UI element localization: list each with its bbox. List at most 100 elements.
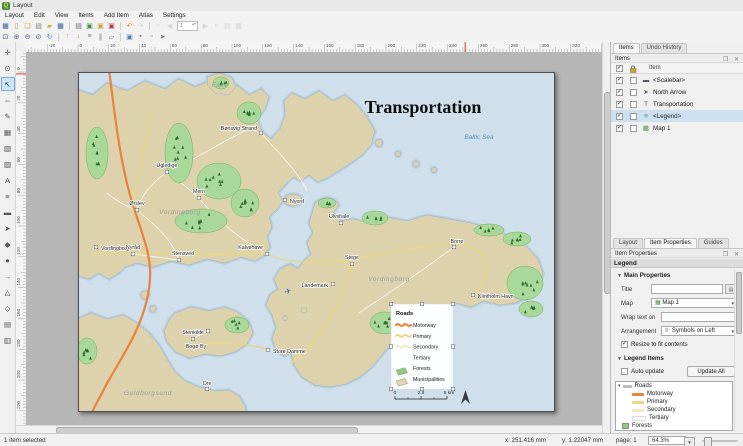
raise-items-button[interactable]: ↑ bbox=[63, 32, 73, 41]
tab-guides[interactable]: Guides bbox=[698, 238, 729, 248]
add-north-arrow-tool[interactable]: ➤ bbox=[1, 221, 15, 235]
layout-page[interactable]: FaxeVordingborgVordingborgGuldborgsund B… bbox=[78, 72, 555, 412]
zoom-actual-button[interactable]: ⊙ bbox=[34, 32, 44, 41]
zoom-tool-tool[interactable]: ⊙ bbox=[1, 61, 15, 75]
menu-edit[interactable]: Edit bbox=[29, 12, 50, 19]
update-all-button[interactable]: Update All bbox=[687, 366, 735, 377]
zoom-full-button[interactable]: ⊡ bbox=[1, 32, 11, 41]
wrap-text-input[interactable] bbox=[661, 312, 737, 322]
export-image-button[interactable]: ▣ bbox=[85, 21, 95, 30]
selection-handle[interactable] bbox=[389, 387, 392, 390]
layout-canvas[interactable]: FaxeVordingborgVordingborgGuldborgsund B… bbox=[26, 52, 602, 425]
refresh-view-button[interactable]: ↻ bbox=[45, 32, 55, 41]
add-marker-tool[interactable]: ● bbox=[1, 253, 15, 267]
legend-item[interactable]: RoadsMotorwayPrimarySecondaryTertiaryFor… bbox=[389, 302, 454, 390]
zoom-level-combobox[interactable]: 64.3%▼ bbox=[648, 436, 686, 445]
item-lock-checkbox[interactable] bbox=[630, 77, 637, 84]
properties-scroll-thumb[interactable] bbox=[736, 272, 742, 334]
add-scalebar-tool[interactable]: ▬ bbox=[1, 205, 15, 219]
export-pdf-button[interactable]: ▣ bbox=[107, 21, 117, 30]
resize-checkbox-row[interactable]: ✓ Resize to fit contents bbox=[621, 341, 688, 348]
menu-settings[interactable]: Settings bbox=[158, 12, 191, 19]
zoom-slider[interactable] bbox=[702, 440, 738, 442]
selection-handle[interactable] bbox=[420, 302, 423, 305]
add-map-tool[interactable]: ▦ bbox=[1, 125, 15, 139]
item-lock-checkbox[interactable] bbox=[630, 125, 637, 132]
atlas-last-button[interactable]: » bbox=[212, 21, 222, 30]
zoom-slider-knob[interactable] bbox=[704, 437, 712, 446]
align-items-button[interactable]: ≡ bbox=[85, 32, 95, 41]
move-item-content-tool[interactable]: ⇔ bbox=[1, 93, 15, 107]
properties-scrollbar[interactable] bbox=[734, 270, 742, 431]
item-row-scalebar[interactable]: ✓▬<Scalebar> bbox=[611, 74, 743, 86]
add-node-item-tool[interactable]: △ bbox=[1, 285, 15, 299]
map-item[interactable]: FaxeVordingborgVordingborgGuldborgsund B… bbox=[79, 73, 554, 411]
map-combobox[interactable]: ▦ Map 1▼ bbox=[651, 298, 737, 308]
menu-add-item[interactable]: Add Item bbox=[99, 12, 134, 19]
atlas-settings-button[interactable]: ▤ bbox=[223, 21, 233, 30]
menu-view[interactable]: View bbox=[50, 12, 74, 19]
add-legend-tool[interactable]: ≡ bbox=[1, 189, 15, 203]
resize-checkbox[interactable]: ✓ bbox=[621, 341, 628, 348]
save-project-button[interactable]: ▦ bbox=[1, 21, 11, 30]
item-row-legend[interactable]: ✓≡<Legend> bbox=[611, 110, 743, 122]
legend-tree-item[interactable]: Primary bbox=[616, 398, 732, 406]
tab-undo-history[interactable]: Undo History bbox=[641, 43, 688, 53]
map-title-label[interactable]: Transportation bbox=[365, 97, 482, 117]
menu-items[interactable]: Items bbox=[73, 12, 98, 19]
item-visibility-checkbox[interactable]: ✓ bbox=[616, 89, 623, 96]
item-visibility-checkbox[interactable]: ✓ bbox=[616, 101, 623, 108]
selection-handle[interactable] bbox=[389, 345, 392, 348]
selection-handle[interactable] bbox=[451, 345, 454, 348]
move-to-front-button[interactable]: ➤ bbox=[158, 32, 168, 41]
lower-items-button[interactable]: ↓ bbox=[74, 32, 84, 41]
layout-manager-button[interactable]: ▤ bbox=[34, 21, 44, 30]
add-shape-tool[interactable]: ◆ bbox=[1, 237, 15, 251]
undo-button[interactable]: ↶ bbox=[125, 21, 135, 30]
legend-tree-item[interactable]: Tertiary bbox=[616, 414, 732, 422]
legend-tree-item[interactable]: Secondary bbox=[616, 406, 732, 414]
add-arrow-tool[interactable]: → bbox=[1, 269, 15, 283]
tab-items[interactable]: Items bbox=[613, 43, 640, 53]
tab-layout[interactable]: Layout bbox=[613, 238, 643, 248]
item-row-map[interactable]: ✓▦Map 1 bbox=[611, 122, 743, 134]
duplicate-layout-button[interactable]: ❏ bbox=[23, 21, 33, 30]
save-as-button[interactable]: ▦ bbox=[56, 21, 66, 30]
new-layout-button[interactable]: ▯ bbox=[12, 21, 22, 30]
atlas-first-button[interactable]: « bbox=[154, 21, 164, 30]
item-visibility-checkbox[interactable]: ✓ bbox=[616, 113, 623, 120]
legend-tree-item[interactable]: Forests bbox=[616, 422, 732, 430]
export-svg-button[interactable]: ▣ bbox=[96, 21, 106, 30]
legend-items-tree[interactable]: ▾RoadsMotorwayPrimarySecondaryTertiaryFo… bbox=[615, 381, 733, 431]
legend-tree-item[interactable]: Municipalities bbox=[616, 430, 732, 431]
select-move-item-tool[interactable]: ↖ bbox=[1, 77, 15, 91]
tab-item-properties[interactable]: Item Properties bbox=[644, 238, 697, 248]
menu-atlas[interactable]: Atlas bbox=[134, 12, 158, 19]
auto-update-row[interactable]: Auto update bbox=[621, 368, 664, 375]
print-button[interactable]: ▤ bbox=[74, 21, 84, 30]
item-row-label[interactable]: ✓TTransportation bbox=[611, 98, 743, 110]
lock-items-button[interactable]: ▪ bbox=[136, 32, 146, 41]
item-lock-checkbox[interactable] bbox=[630, 113, 637, 120]
resize-items-button[interactable]: ▱ bbox=[107, 32, 117, 41]
distribute-items-button[interactable]: ∥ bbox=[96, 32, 106, 41]
add-3d-map-tool[interactable]: ▧ bbox=[1, 141, 15, 155]
redo-button[interactable]: ↷ bbox=[136, 21, 146, 30]
selection-handle[interactable] bbox=[389, 302, 392, 305]
auto-update-checkbox[interactable] bbox=[621, 368, 628, 375]
item-lock-checkbox[interactable] bbox=[630, 101, 637, 108]
atlas-export-button[interactable]: ▦ bbox=[234, 21, 244, 30]
legend-tree-item[interactable]: Motorway bbox=[616, 390, 732, 398]
pan-layout-tool[interactable]: ✛ bbox=[1, 45, 15, 59]
edit-nodes-item-tool[interactable]: ✎ bbox=[1, 109, 15, 123]
legend-tree-item[interactable]: ▾Roads bbox=[616, 382, 732, 390]
menu-layout[interactable]: Layout bbox=[0, 12, 29, 19]
unlock-items-button[interactable]: ▫ bbox=[147, 32, 157, 41]
add-html-tool[interactable]: ◇ bbox=[1, 301, 15, 315]
expander-icon[interactable]: ▾ bbox=[618, 383, 621, 389]
open-layout-button[interactable]: ▰ bbox=[45, 21, 55, 30]
legend-items-header[interactable]: ▼Legend Items bbox=[617, 355, 664, 362]
selection-handle[interactable] bbox=[451, 302, 454, 305]
add-picture-tool[interactable]: ▨ bbox=[1, 157, 15, 171]
main-properties-header[interactable]: ▼Main Properties bbox=[617, 272, 670, 279]
